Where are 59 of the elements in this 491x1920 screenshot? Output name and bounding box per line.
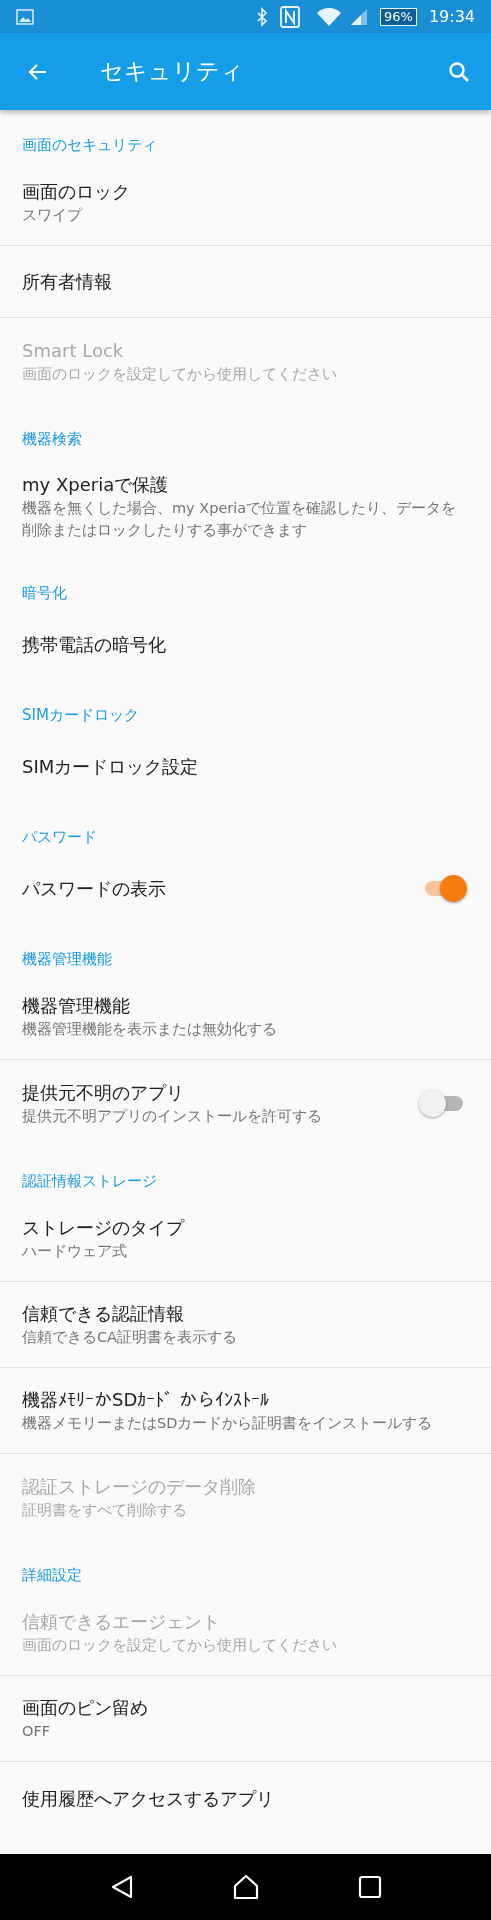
section-header: 画面のセキュリティ <box>22 134 157 156</box>
row-title: 携帯電話の暗号化 <box>22 632 167 657</box>
settings-row[interactable]: 使用履歴へアクセスするアプリ <box>0 1762 491 1834</box>
row-subtitle: 画面のロックを設定してから使用してください <box>22 1636 338 1655</box>
row-title: ストレージのタイプ <box>22 1216 186 1240</box>
row-title: Smart Lock <box>22 338 125 363</box>
settings-row[interactable]: パスワードの表示 <box>0 852 491 924</box>
settings-row[interactable]: 画面のピン留め OFF <box>0 1676 491 1762</box>
row-title: 機器ﾒﾓﾘｰかSDｶｰﾄﾞ からｲﾝｽﾄｰﾙ <box>22 1388 270 1412</box>
settings-row[interactable]: ストレージのタイプ ハードウェア式 <box>0 1196 491 1282</box>
square-icon <box>358 1875 383 1899</box>
bluetooth-icon <box>256 6 268 27</box>
screen-title: セキュリティ <box>100 57 245 87</box>
row-title: SIMカードロック設定 <box>22 754 200 779</box>
settings-row[interactable]: SIMカードロック設定 <box>0 730 491 802</box>
section-header: 機器管理機能 <box>22 948 112 970</box>
settings-row[interactable]: 機器ﾒﾓﾘｰかSDｶｰﾄﾞ からｲﾝｽﾄｰﾙ 機器メモリーまたはSDカードから証明書をインストールする <box>0 1368 491 1454</box>
row-subtitle: スワイプ <box>22 206 84 225</box>
settings-row[interactable]: 信頼できる認証情報 信頼できるCA証明書を表示する <box>0 1282 491 1368</box>
section-header: 暗号化 <box>22 582 67 604</box>
section-header: 詳細設定 <box>22 1564 82 1586</box>
row-title: 信頼できる認証情報 <box>22 1302 185 1326</box>
section-header: 認証情報ストレージ <box>22 1170 157 1192</box>
row-title: 信頼できるエージェント <box>22 1610 221 1634</box>
row-subtitle: OFF <box>22 1722 52 1741</box>
row-subtitle: 機器メモリーまたはSDカードから証明書をインストールする <box>22 1414 434 1433</box>
row-subtitle: 信頼できるCA証明書を表示する <box>22 1328 239 1347</box>
clock: 19:34 <box>428 5 475 28</box>
row-title: 認証ストレージのデータ削除 <box>22 1474 257 1499</box>
nfc-icon <box>280 5 300 28</box>
picture-icon <box>16 8 34 25</box>
battery-indicator: 96% <box>380 7 417 26</box>
row-title: 提供元不明のアプリ <box>22 1080 185 1105</box>
row-title: パスワードの表示 <box>22 876 167 901</box>
search-icon <box>447 59 471 84</box>
row-title: 使用履歴へアクセスするアプリ <box>22 1786 275 1811</box>
section-header: パスワード <box>22 826 97 848</box>
section-header: 機器検索 <box>22 428 82 450</box>
wifi-icon <box>316 6 342 27</box>
row-subtitle: 画面のロックを設定してから使用してください <box>22 364 338 384</box>
row-subtitle: 機器を無くした場合、my Xperiaで位置を確認したり、データを削除またはロックしたりする事ができます <box>22 498 458 540</box>
row-title: 機器管理機能 <box>22 994 131 1018</box>
row-subtitle: 証明書をすべて削除する <box>22 1500 188 1520</box>
row-title: my Xperiaで保護 <box>22 472 170 497</box>
section-header: SIMカードロック <box>22 704 139 726</box>
row-title: 所有者情報 <box>22 270 113 294</box>
settings-row[interactable]: 提供元不明のアプリ 提供元不明アプリのインストールを許可する <box>0 1060 491 1146</box>
row-title: 画面のピン留め <box>22 1696 149 1720</box>
settings-row[interactable]: 画面のロック スワイプ <box>0 160 491 246</box>
settings-row[interactable]: my Xperiaで保護 機器を無くした場合、my Xperiaで位置を確認したり、データを削除またはロックしたりする事ができます <box>0 454 491 558</box>
home-icon <box>232 1873 261 1901</box>
settings-row[interactable]: 機器管理機能 機器管理機能を表示または無効化する <box>0 974 491 1060</box>
settings-row[interactable]: 所有者情報 <box>0 246 491 318</box>
row-subtitle: 機器管理機能を表示または無効化する <box>22 1020 278 1039</box>
row-subtitle: ハードウェア式 <box>22 1242 128 1261</box>
row-title: 画面のロック <box>22 180 131 204</box>
row-subtitle: 提供元不明アプリのインストールを許可する <box>22 1106 323 1126</box>
signal-icon <box>350 7 368 26</box>
settings-row[interactable]: 携帯電話の暗号化 <box>0 608 491 680</box>
